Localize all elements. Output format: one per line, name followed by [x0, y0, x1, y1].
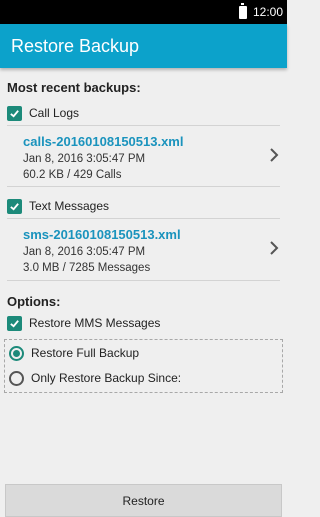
call-logs-label: Call Logs [29, 106, 80, 120]
call-logs-file-name: calls-20160108150513.xml [23, 134, 184, 149]
status-time: 12:00 [252, 5, 283, 19]
text-messages-checkbox[interactable] [7, 198, 22, 214]
status-bar: 12:00 [0, 0, 287, 24]
text-messages-file-name: sms-20160108150513.xml [23, 227, 181, 242]
text-messages-label: Text Messages [29, 199, 110, 213]
call-logs-file-item[interactable]: calls-20160108150513.xml Jan 8, 2016 3:0… [0, 134, 287, 194]
radio-restore-full[interactable]: Restore Full Backup [9, 343, 139, 363]
divider [7, 218, 280, 219]
restore-mms-checkbox[interactable] [7, 315, 22, 331]
check-icon [10, 109, 19, 118]
restore-mms-label: Restore MMS Messages [29, 316, 161, 330]
radio-restore-since[interactable]: Only Restore Backup Since: [9, 368, 181, 388]
call-logs-checkbox[interactable] [7, 105, 22, 121]
radio-button-selected[interactable] [9, 345, 24, 361]
radio-restore-since-label: Only Restore Backup Since: [31, 371, 182, 385]
text-messages-file-item[interactable]: sms-20160108150513.xml Jan 8, 2016 3:05:… [0, 227, 287, 287]
app-bar: Restore Backup [0, 24, 287, 68]
call-logs-file-date: Jan 8, 2016 3:05:47 PM [23, 153, 146, 165]
radio-restore-full-label: Restore Full Backup [31, 346, 140, 360]
call-logs-file-size: 60.2 KB / 429 Calls [23, 169, 122, 181]
restore-mode-group: Restore Full Backup Only Restore Backup … [4, 339, 283, 393]
chevron-right-icon [270, 148, 279, 162]
main-content: Most recent backups: Call Logs calls-201… [0, 68, 287, 517]
restore-button[interactable]: Restore [5, 484, 282, 517]
page-title: Restore Backup [11, 35, 140, 56]
radio-button[interactable] [9, 370, 24, 386]
divider [7, 125, 280, 126]
text-messages-file-date: Jan 8, 2016 3:05:47 PM [23, 246, 146, 258]
divider [7, 186, 280, 187]
restore-button-label: Restore [122, 493, 165, 508]
options-heading: Options: [7, 294, 61, 309]
battery-icon [238, 2, 247, 19]
restore-mms-checkbox-row[interactable]: Restore MMS Messages [7, 313, 160, 333]
divider [7, 280, 280, 281]
text-messages-checkbox-row[interactable]: Text Messages [7, 196, 109, 216]
check-icon [10, 202, 19, 211]
chevron-right-icon [270, 241, 279, 255]
check-icon [10, 319, 19, 328]
text-messages-file-size: 3.0 MB / 7285 Messages [23, 262, 151, 274]
call-logs-checkbox-row[interactable]: Call Logs [7, 103, 79, 123]
recent-backups-heading: Most recent backups: [7, 80, 141, 95]
